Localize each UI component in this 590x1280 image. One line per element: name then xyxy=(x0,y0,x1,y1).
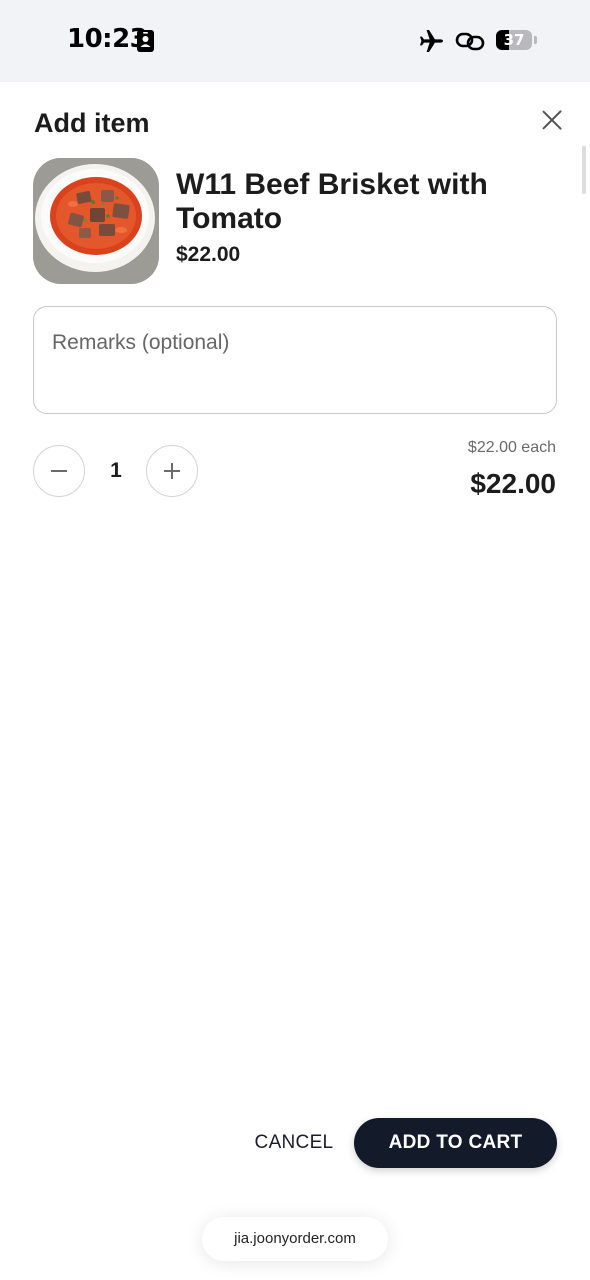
airplane-icon xyxy=(420,30,443,52)
remarks-field[interactable] xyxy=(33,306,557,414)
close-icon[interactable] xyxy=(536,104,568,136)
item-price: $22.00 xyxy=(176,243,241,266)
dialog-title: Add item xyxy=(34,108,150,138)
increase-quantity-button[interactable] xyxy=(146,445,198,497)
scroll-indicator[interactable] xyxy=(582,146,586,194)
status-bar: 10:23 37 xyxy=(0,0,590,82)
battery-level: 37 xyxy=(503,31,525,49)
food-image xyxy=(33,158,159,284)
battery-icon: 37 xyxy=(496,30,532,50)
quantity-value: 1 xyxy=(110,459,122,482)
item-image xyxy=(33,158,159,284)
unit-price: $22.00 each xyxy=(467,439,556,456)
id-card-icon xyxy=(137,30,154,52)
decrease-quantity-button[interactable] xyxy=(33,445,85,497)
add-to-cart-button[interactable]: ADD TO CART xyxy=(354,1118,557,1168)
cancel-button[interactable]: CANCEL xyxy=(244,1120,344,1166)
total-price: $22.00 xyxy=(470,468,556,499)
minus-icon xyxy=(51,470,67,472)
battery-cap xyxy=(534,36,537,44)
link-icon xyxy=(455,32,485,51)
status-time: 10:23 xyxy=(67,24,148,54)
browser-url-bar[interactable]: jia.joonyorder.com xyxy=(202,1217,388,1261)
remarks-input[interactable] xyxy=(52,331,538,391)
item-name: W11 Beef Brisket with Tomato xyxy=(176,168,488,235)
